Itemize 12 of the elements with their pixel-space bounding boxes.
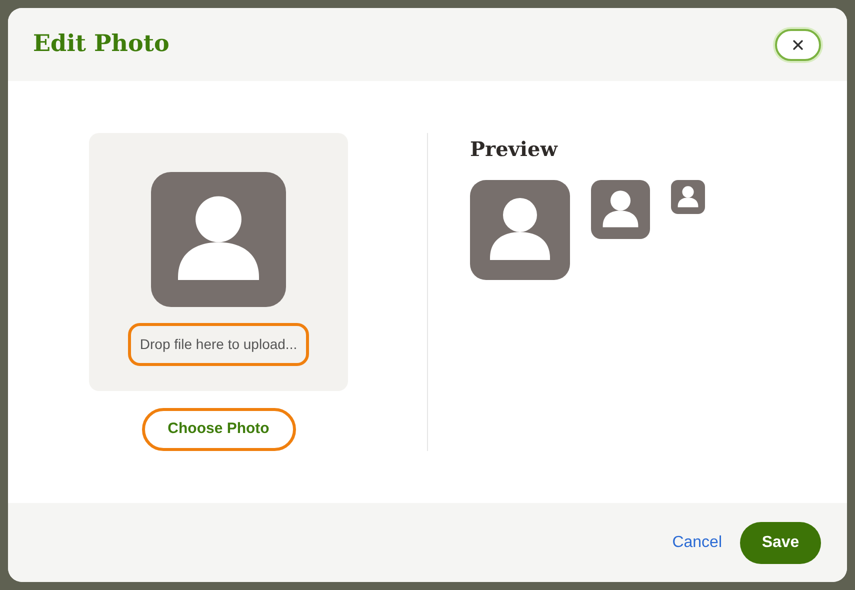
close-button[interactable] bbox=[775, 28, 821, 60]
dialog-title: Edit Photo bbox=[33, 29, 170, 60]
drop-hint: Drop file here to upload... bbox=[128, 323, 310, 366]
avatar-icon bbox=[151, 172, 286, 307]
avatar-icon bbox=[470, 180, 570, 280]
cancel-link[interactable]: Cancel bbox=[672, 530, 722, 554]
avatar-icon bbox=[671, 180, 705, 214]
avatar-icon bbox=[591, 180, 650, 239]
save-button[interactable]: Save bbox=[740, 522, 821, 564]
preview-title: Preview bbox=[470, 136, 559, 163]
drop-zone[interactable]: Drop file here to upload... bbox=[89, 133, 348, 391]
choose-photo-button[interactable]: Choose Photo bbox=[142, 408, 296, 451]
